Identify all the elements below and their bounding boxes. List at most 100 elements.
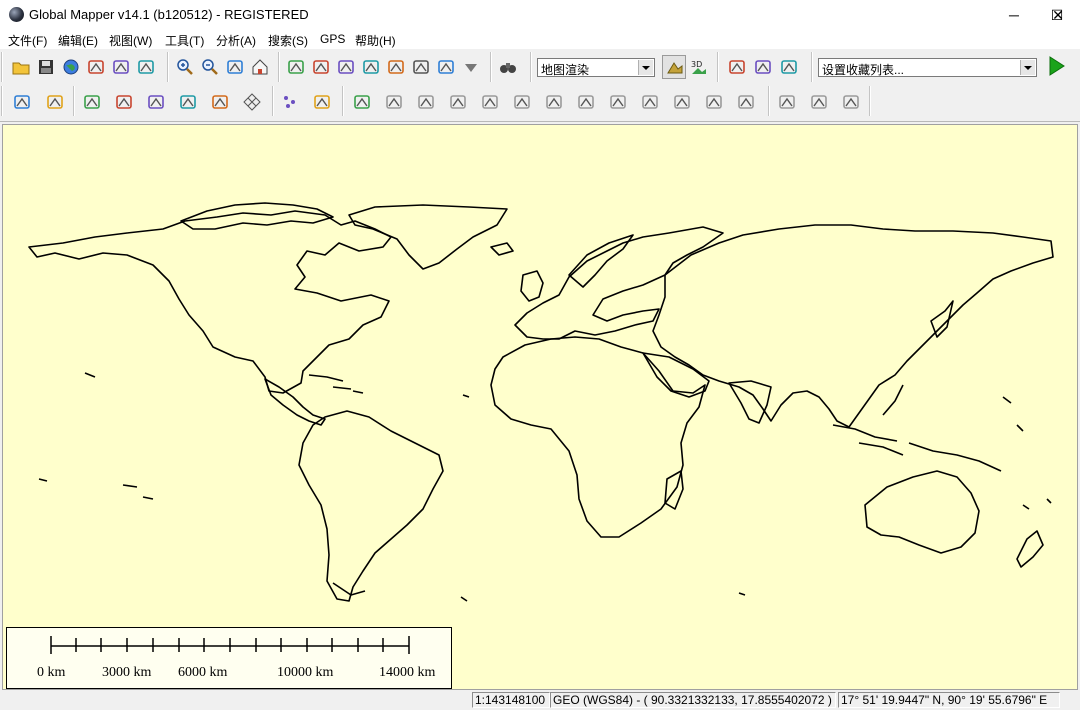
config-icon[interactable] [109, 55, 133, 79]
continent-asia [652, 224, 1054, 428]
grid-icon[interactable] [240, 90, 264, 114]
render-style-icon[interactable] [662, 55, 686, 79]
scale-bar: 0 km 3000 km 6000 km 10000 km 14000 km [6, 627, 452, 689]
feature-c-icon[interactable] [144, 90, 168, 114]
draw-icon[interactable] [350, 90, 374, 114]
status-dms: 17° 51' 19.9447" N, 90° 19' 55.6796" E [838, 692, 1060, 708]
layer-f-icon[interactable] [542, 90, 566, 114]
full-view-icon[interactable] [223, 55, 247, 79]
layer-g-icon[interactable] [574, 90, 598, 114]
feature-b-icon[interactable] [112, 90, 136, 114]
continent-australia [864, 470, 980, 554]
chevron-down-icon[interactable] [1020, 60, 1035, 75]
layer-b-icon[interactable] [414, 90, 438, 114]
path-profile-icon[interactable] [384, 55, 408, 79]
indian-subcontinent [728, 380, 772, 424]
vertex-icon[interactable] [310, 90, 334, 114]
scale-icon[interactable] [775, 90, 799, 114]
edit-area-icon[interactable] [10, 90, 34, 114]
layer-d-icon[interactable] [478, 90, 502, 114]
menu-tools[interactable]: 工具(T) [165, 32, 204, 49]
layer-i-icon[interactable] [638, 90, 662, 114]
drop-down-icon[interactable] [459, 55, 483, 79]
code-icon[interactable] [176, 90, 200, 114]
play-go-icon[interactable] [1044, 54, 1068, 78]
menu-edit[interactable]: 编辑(E) [58, 32, 98, 49]
status-bar: 1:143148100 GEO (WGS84) - ( 90.332133213… [0, 690, 1080, 710]
digitizer-icon[interactable] [434, 55, 458, 79]
layer-l-icon[interactable] [734, 90, 758, 114]
view-shed-icon[interactable] [409, 55, 433, 79]
island-iceland [490, 242, 514, 256]
pan-icon[interactable] [309, 55, 333, 79]
globe-app-icon [9, 7, 24, 22]
feature-a-icon[interactable] [80, 90, 104, 114]
map-view[interactable]: 0 km 3000 km 6000 km 10000 km 14000 km [2, 124, 1078, 690]
layer-j-icon[interactable] [670, 90, 694, 114]
home-icon[interactable] [248, 55, 272, 79]
menu-view[interactable]: 视图(W) [109, 32, 152, 49]
render-mode-select[interactable]: 地图渲染 [537, 58, 655, 77]
svg-text:3D: 3D [691, 60, 702, 69]
compass-icon[interactable] [777, 55, 801, 79]
layer-c-icon[interactable] [446, 90, 470, 114]
rotate-icon[interactable] [807, 90, 831, 114]
scale-label-0: 0 km [37, 665, 66, 680]
chevron-down-icon[interactable] [638, 60, 653, 75]
scale-label-4: 14000 km [379, 665, 436, 680]
circle-feature-icon[interactable] [208, 90, 232, 114]
menu-search[interactable]: 搜索(S) [268, 32, 308, 49]
bookmark-icon[interactable] [751, 55, 775, 79]
status-scale: 1:143148100 [472, 692, 550, 708]
view-3d-icon[interactable]: 3D [687, 55, 711, 79]
zoom-out-icon[interactable] [198, 55, 222, 79]
arctic-archipelago [180, 202, 334, 230]
arabian-peninsula [642, 352, 710, 398]
island-greenland [348, 204, 508, 270]
caribbean-islands [308, 374, 364, 394]
layers-icon[interactable] [84, 55, 108, 79]
layer-e-icon[interactable] [510, 90, 534, 114]
favorites-select[interactable]: 设置收藏列表... [818, 58, 1037, 77]
zoom-box-icon[interactable] [284, 55, 308, 79]
measure-icon[interactable] [334, 55, 358, 79]
island-britain [520, 270, 544, 302]
continent-north-america [28, 210, 392, 394]
open-icon[interactable] [9, 55, 33, 79]
nav-up-icon[interactable] [725, 55, 749, 79]
tools-icon[interactable] [134, 55, 158, 79]
scale-ruler [50, 636, 410, 654]
scale-label-3: 10000 km [277, 665, 334, 680]
menu-gps[interactable]: GPS [320, 32, 345, 46]
globe-icon[interactable] [59, 55, 83, 79]
info-icon[interactable] [359, 55, 383, 79]
render-mode-value: 地图渲染 [541, 63, 590, 77]
island-new-zealand [1016, 530, 1044, 568]
layer-h-icon[interactable] [606, 90, 630, 114]
save-icon[interactable] [34, 55, 58, 79]
title-bar: Global Mapper v14.1 (b120512) - REGISTER… [0, 0, 1080, 30]
zoom-in-icon[interactable] [173, 55, 197, 79]
window-title: Global Mapper v14.1 (b120512) - REGISTER… [29, 7, 309, 22]
binoculars-icon[interactable] [496, 55, 520, 79]
southeast-asia-islands [832, 384, 1002, 472]
points-icon[interactable] [278, 90, 302, 114]
antarctic-coast-fragment [332, 582, 366, 596]
favorites-value: 设置收藏列表... [822, 63, 905, 77]
menu-file[interactable]: 文件(F) [8, 32, 47, 49]
edit-toolbar [0, 84, 1080, 122]
continent-europe [514, 226, 724, 340]
scale-label-2: 6000 km [178, 665, 228, 680]
layer-k-icon[interactable] [702, 90, 726, 114]
status-projection: GEO (WGS84) - ( 90.3321332133, 17.855540… [550, 692, 836, 708]
menu-analysis[interactable]: 分析(A) [216, 32, 256, 49]
scale-label-1: 3000 km [102, 665, 152, 680]
pacific-islands [38, 372, 1052, 602]
undo-icon[interactable] [839, 90, 863, 114]
layer-a-icon[interactable] [382, 90, 406, 114]
edit-line-icon[interactable] [43, 90, 67, 114]
continent-south-america [298, 410, 444, 602]
close-button[interactable]: ✕ [1036, 0, 1080, 30]
menu-help[interactable]: 帮助(H) [355, 32, 396, 49]
menu-bar: 文件(F) 编辑(E) 视图(W) 工具(T) 分析(A) 搜索(S) GPS … [0, 30, 1080, 49]
